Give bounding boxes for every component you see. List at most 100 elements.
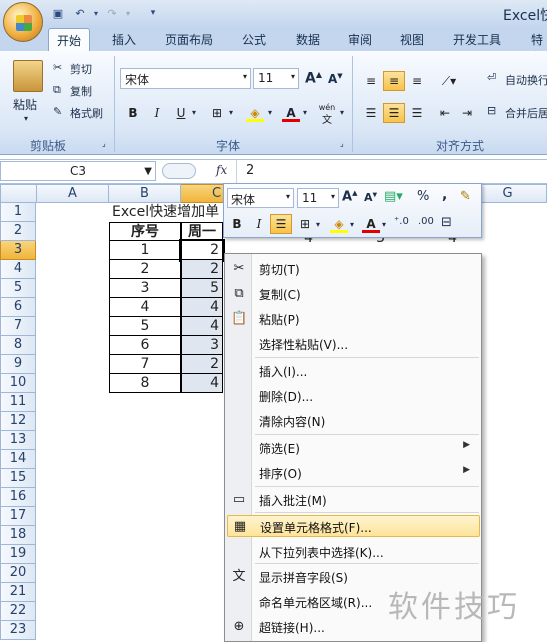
mini-merge-icon[interactable]: ⊟ (441, 215, 452, 230)
font-size-combo[interactable]: 11 ▾ (253, 68, 299, 89)
underline-dropdown-icon[interactable]: ▾ (192, 108, 196, 117)
row-header-4[interactable]: 4 (0, 260, 36, 279)
mini-borders-dropdown-icon[interactable]: ▾ (316, 220, 320, 229)
tab-insert[interactable]: 插入 (112, 31, 136, 48)
menu-item-3[interactable]: 选择性粘贴(V)... (227, 333, 480, 355)
row-header-5[interactable]: 5 (0, 279, 36, 298)
row-header-12[interactable]: 12 (0, 412, 36, 431)
seq-cell[interactable]: 2 (109, 260, 181, 279)
row-header-21[interactable]: 21 (0, 583, 36, 602)
merge-center-button[interactable]: 合并后居中 (505, 105, 547, 121)
row-header-23[interactable]: 23 (0, 621, 36, 640)
format-painter-button[interactable]: 格式刷 (70, 105, 103, 121)
seq-cell[interactable]: 1 (109, 241, 181, 260)
row-header-19[interactable]: 19 (0, 545, 36, 564)
menu-item-7[interactable]: 筛选(E) ▶ (227, 437, 480, 459)
tab-developer[interactable]: 开发工具 (453, 31, 501, 48)
mon-cell[interactable]: 2 (181, 355, 223, 374)
row-header-15[interactable]: 15 (0, 469, 36, 488)
row-header-8[interactable]: 8 (0, 336, 36, 355)
seq-cell[interactable]: 7 (109, 355, 181, 374)
menu-item-0[interactable]: ✂ 剪切(T) (227, 258, 480, 280)
format-painter-icon[interactable]: ✎ (53, 105, 62, 118)
row-header-9[interactable]: 9 (0, 355, 36, 374)
mini-font-color-dropdown-icon[interactable]: ▾ (382, 220, 386, 229)
column-header-b[interactable]: B (109, 184, 181, 203)
menu-item-4[interactable]: 插入(I)... (227, 360, 480, 382)
orientation-icon[interactable]: ⟋▾ (434, 71, 464, 91)
menu-item-1[interactable]: ⧉ 复制(C) (227, 283, 480, 305)
mini-shrink-font-icon[interactable]: A▼ (364, 191, 377, 204)
decrease-indent-icon[interactable]: ⇤ (434, 103, 456, 123)
seq-cell[interactable]: 6 (109, 336, 181, 355)
mini-size-combo[interactable]: 11 ▾ (297, 188, 339, 208)
mon-cell[interactable]: 4 (181, 317, 223, 336)
undo-icon[interactable]: ↶ (72, 6, 88, 21)
grow-font-icon[interactable]: A▲ (305, 70, 322, 87)
mini-borders-icon[interactable]: ⊞ (294, 214, 316, 234)
menu-item-8[interactable]: 排序(O) ▶ (227, 462, 480, 484)
formula-input[interactable]: 2 (246, 163, 254, 178)
menu-item-6[interactable]: 清除内容(N) (227, 410, 480, 432)
menu-item-5[interactable]: 删除(D)... (227, 385, 480, 407)
mini-bold-button[interactable]: B (226, 214, 248, 234)
font-color-dropdown-icon[interactable]: ▾ (303, 108, 307, 117)
mini-number-format-icon[interactable]: ▤▾ (384, 189, 403, 204)
mon-cell[interactable]: 2 (181, 260, 223, 279)
align-center-icon[interactable]: ☰ (383, 103, 405, 123)
decrease-decimal-icon[interactable]: .00 (418, 216, 434, 227)
row-header-14[interactable]: 14 (0, 450, 36, 469)
borders-icon[interactable]: ⊞ (206, 103, 228, 123)
menu-item-9[interactable]: ▭ 插入批注(M) (227, 489, 480, 511)
redo-icon[interactable]: ↷ (104, 6, 120, 21)
borders-dropdown-icon[interactable]: ▾ (229, 108, 233, 117)
select-all-corner[interactable] (0, 184, 37, 203)
bold-button[interactable]: B (122, 103, 144, 123)
mini-format-painter-icon[interactable]: ✎ (460, 189, 471, 204)
shrink-font-icon[interactable]: A▼ (328, 72, 343, 86)
row-header-6[interactable]: 6 (0, 298, 36, 317)
tab-review[interactable]: 审阅 (348, 31, 372, 48)
menu-item-11[interactable]: 从下拉列表中选择(K)... (227, 541, 480, 563)
row-header-20[interactable]: 20 (0, 564, 36, 583)
underline-button[interactable]: U (170, 103, 192, 123)
paste-dropdown-icon[interactable]: ▾ (24, 114, 28, 123)
align-left-icon[interactable]: ☰ (360, 103, 382, 123)
row-header-7[interactable]: 7 (0, 317, 36, 336)
paste-button[interactable]: 粘贴 (13, 96, 37, 113)
mini-comma-button[interactable]: , (442, 187, 447, 203)
office-button[interactable] (3, 2, 43, 42)
header-cell-seq[interactable]: 序号 (109, 222, 181, 241)
font-name-combo[interactable]: 宋体 ▾ (120, 68, 251, 89)
tab-home[interactable]: 开始 (48, 28, 91, 52)
mini-font-combo[interactable]: 宋体 ▾ (227, 188, 294, 208)
align-right-icon[interactable]: ☰ (406, 103, 428, 123)
font-launcher-icon[interactable]: ⌟ (340, 139, 344, 148)
row-header-16[interactable]: 16 (0, 488, 36, 507)
row-header-17[interactable]: 17 (0, 507, 36, 526)
mon-cell[interactable]: 3 (181, 336, 223, 355)
seq-cell[interactable]: 3 (109, 279, 181, 298)
fill-dropdown-icon[interactable]: ▾ (268, 108, 272, 117)
column-header-a[interactable]: A (37, 184, 109, 203)
mon-cell[interactable]: 4 (181, 374, 223, 393)
name-box[interactable]: C3 ▼ (0, 161, 156, 181)
align-bottom-icon[interactable]: ≡ (406, 71, 428, 91)
increase-indent-icon[interactable]: ⇥ (456, 103, 478, 123)
mon-cell[interactable]: 4 (181, 298, 223, 317)
cut-icon[interactable]: ✂ (53, 61, 62, 74)
merge-center-icon[interactable]: ⊟ (487, 104, 496, 117)
wrap-text-icon[interactable]: ⏎ (487, 71, 496, 84)
phonetic-guide-icon[interactable]: wén 文 (314, 103, 340, 127)
tab-data[interactable]: 数据 (296, 31, 320, 48)
mini-center-icon[interactable]: ☰ (270, 214, 292, 234)
seq-cell[interactable]: 5 (109, 317, 181, 336)
align-top-icon[interactable]: ≡ (360, 71, 382, 91)
tab-page-layout[interactable]: 页面布局 (165, 31, 213, 48)
active-cell-c3[interactable]: 2 (179, 239, 225, 262)
seq-cell[interactable]: 4 (109, 298, 181, 317)
mon-cell[interactable]: 5 (181, 279, 223, 298)
header-cell-mon[interactable]: 周一 (181, 222, 223, 241)
insert-function-icon[interactable]: fx (216, 163, 227, 177)
phonetic-dropdown-icon[interactable]: ▾ (340, 108, 344, 117)
